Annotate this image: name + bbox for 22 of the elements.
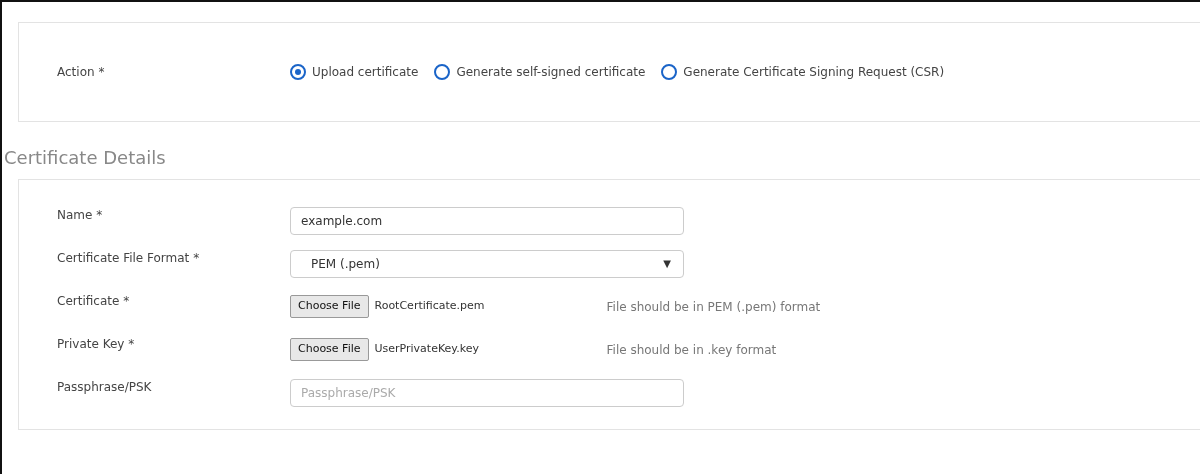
text-field[interactable]: example.com [290,206,684,235]
field-label: Passphrase/PSK [57,379,153,396]
radio-button[interactable] [434,64,451,80]
radio-label[interactable]: Generate Certificate Signing Request (CSR) [683,63,945,81]
radio-button[interactable] [290,64,306,80]
file-name: UserPrivateKey.key [374,341,481,358]
radio-button[interactable] [661,64,678,80]
section-title: Certificate Details [4,146,167,170]
dropdown[interactable]: PEM (.pem) ▼ [290,249,684,278]
text-field[interactable]: Passphrase/PSK [290,378,684,407]
choose-file-button[interactable]: Choose File [290,295,369,318]
file-name: RootCertificate.pem [374,298,486,315]
hint-text: File should be in PEM (.pem) format [606,298,821,316]
field-label: Certificate * [57,293,131,310]
radio-label[interactable]: Upload certificate [312,63,419,81]
field-label: Certificate File Format * [57,250,201,267]
hint-text: File should be in .key format [606,341,777,359]
radio-label[interactable]: Generate self-signed certificate [456,63,646,81]
choose-file-button[interactable]: Choose File [290,338,369,361]
field-label: Private Key * [57,336,136,353]
field-label: Action * [57,64,106,81]
field-label: Name * [57,207,104,224]
